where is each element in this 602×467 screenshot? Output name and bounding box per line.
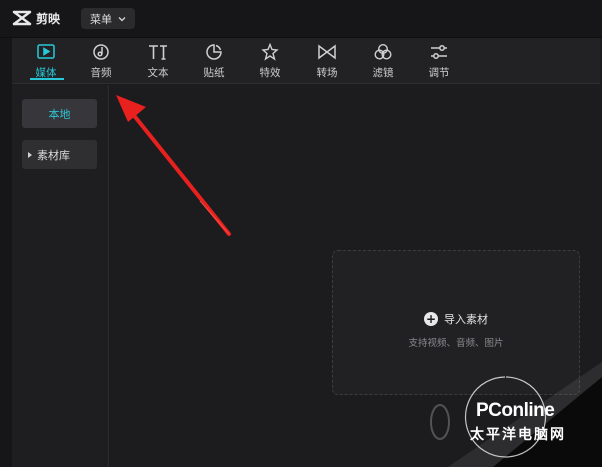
import-label: 导入素材 [444,313,488,326]
sidebar-item-library-label: 素材库 [37,148,70,162]
sticker-icon [206,44,222,60]
chevron-down-icon [118,16,126,21]
tab-adjust[interactable]: 调节 [411,38,467,84]
tab-transition[interactable]: 转场 [299,38,355,84]
tab-text[interactable]: 文本 [130,38,186,84]
tab-text-label: 文本 [147,67,169,79]
tab-audio-label: 音频 [90,67,112,79]
tab-effects-label: 特效 [259,67,281,79]
effects-icon [261,43,279,61]
app-logo: 剪映 [12,9,60,27]
title-bar: 剪映 菜单 [0,0,602,38]
menu-label: 菜单 [90,12,112,26]
caret-right-icon [28,151,32,158]
tab-effects[interactable]: 特效 [242,38,298,84]
left-window-edge [0,38,12,467]
tab-audio[interactable]: 音频 [73,38,129,84]
tab-filter-label: 滤镜 [372,67,394,79]
tab-filter[interactable]: 滤镜 [355,38,411,84]
tab-sticker[interactable]: 贴纸 [186,38,242,84]
media-sidebar: 本地 素材库 [12,85,109,467]
watermark-brand: PConline [476,400,555,421]
menu-button[interactable]: 菜单 [81,8,135,29]
audio-icon [93,44,109,60]
adjust-icon [431,45,447,59]
supported-formats-text: 支持视频、音频、图片 [408,338,504,349]
watermark-subtitle: 太平洋电脑网 [470,427,566,443]
plus-icon: + [424,312,438,326]
transition-icon [318,44,336,60]
tab-transition-label: 转场 [316,67,338,79]
text-icon [149,45,167,60]
capcut-logo-icon [12,10,32,26]
tab-sticker-label: 贴纸 [203,67,225,79]
filter-icon [374,43,392,60]
sidebar-item-local[interactable]: 本地 [22,99,97,128]
active-tab-indicator [30,78,64,80]
sidebar-item-local-label: 本地 [48,107,71,121]
import-button[interactable]: + 导入素材 [333,311,579,327]
app-title: 剪映 [36,11,61,26]
sidebar-item-library[interactable]: 素材库 [22,140,97,169]
media-icon [37,44,55,59]
asset-toolbar: 媒体 音频 文本 贴纸 特效 转场 滤镜 调节 [12,38,600,84]
tab-adjust-label: 调节 [428,67,450,79]
